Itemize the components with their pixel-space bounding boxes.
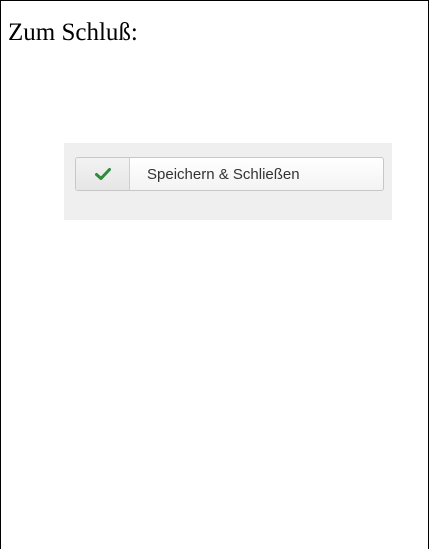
toolbar-screenshot: Speichern & Schließen: [64, 143, 392, 220]
checkmark-icon: [94, 168, 111, 180]
section-heading: Zum Schluß:: [8, 19, 138, 46]
button-icon-area: [76, 158, 130, 190]
document-cell: Zum Schluß: Speichern & Schließen: [0, 0, 429, 549]
save-and-close-label: Speichern & Schließen: [147, 165, 300, 183]
save-and-close-button[interactable]: Speichern & Schließen: [75, 157, 384, 191]
